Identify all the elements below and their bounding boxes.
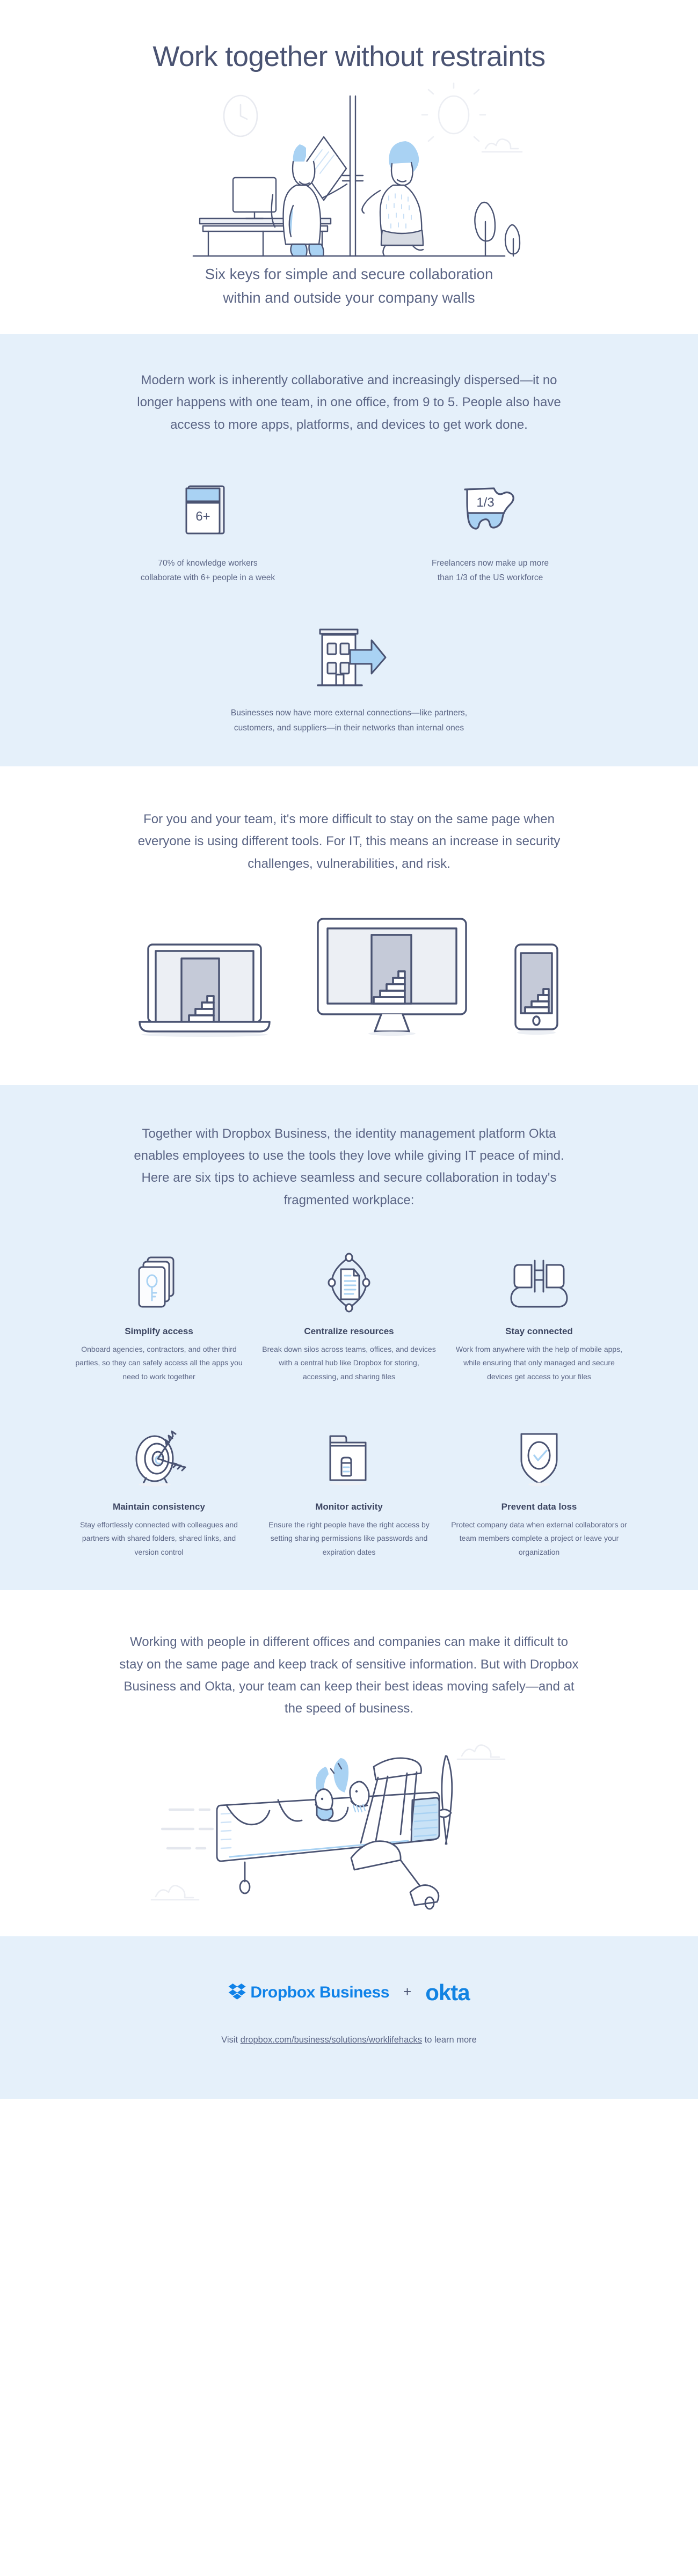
plant-decor-icon: [474, 201, 521, 257]
tip-maintain-consistency: Maintain consistency Stay effortlessly c…: [70, 1429, 248, 1559]
key-cards-stack-icon: [129, 1253, 188, 1311]
tip-heading: Prevent data loss: [501, 1502, 577, 1512]
tip-body: Stay effortlessly connected with colleag…: [80, 1520, 238, 1556]
stat-caption-line-2: collaborate with 6+ people in a week: [140, 573, 275, 583]
tip-heading: Simplify access: [125, 1326, 193, 1336]
stat-caption-line-2: customers, and suppliers—in their networ…: [234, 723, 464, 733]
dropbox-business-logo: Dropbox Business: [228, 1983, 389, 2002]
tip-heading: Centralize resources: [304, 1326, 394, 1336]
dropbox-glyph-icon: [228, 1984, 246, 2000]
stacked-cards-6-plus-icon: 6+: [176, 478, 240, 542]
modern-work-paragraph: Modern work is inherently collaborative …: [137, 373, 561, 432]
different-tools-section: For you and your team, it's more difficu…: [0, 766, 698, 1085]
stat-caption-line-2: than 1/3 of the US workforce: [437, 573, 543, 583]
modern-work-section: Modern work is inherently collaborative …: [0, 334, 698, 767]
six-tips-section: Together with Dropbox Business, the iden…: [0, 1085, 698, 1591]
tip-heading: Monitor activity: [315, 1502, 383, 1512]
cloud-decor-icon: [481, 138, 523, 153]
target-with-arrow-icon: [127, 1429, 191, 1487]
hero-subtitle-line-2: within and outside your company walls: [223, 289, 475, 306]
footer-note-prefix: Visit: [221, 2035, 241, 2045]
tip-centralize-resources: Centralize resources Break down silos ac…: [260, 1253, 438, 1384]
stat-external-connections: Businesses now have more external connec…: [0, 622, 698, 735]
infographic-page: Work together without restraints Six key…: [0, 0, 698, 2576]
footer-note: Visit dropbox.com/business/solutions/wor…: [0, 2033, 698, 2047]
hero-illustration: [0, 82, 698, 262]
biplane-illustration: [0, 1738, 698, 1915]
svg-text:6+: 6+: [195, 509, 210, 524]
laptop-device-icon: [132, 937, 277, 1039]
shield-with-checkmark-icon: [510, 1429, 569, 1487]
hero-section: Work together without restraints Six key…: [0, 0, 698, 334]
tip-stay-connected: Stay connected Work from anywhere with t…: [450, 1253, 628, 1384]
closing-section: Working with people in different offices…: [0, 1590, 698, 1937]
tip-monitor-activity: Monitor activity Ensure the right people…: [260, 1429, 438, 1559]
svg-text:1/3: 1/3: [476, 495, 494, 510]
tip-heading: Maintain consistency: [113, 1502, 205, 1512]
tip-body: Break down silos across teams, offices, …: [262, 1344, 436, 1381]
tip-heading: Stay connected: [505, 1326, 573, 1336]
document-in-orbit-icon: [319, 1253, 379, 1313]
stat-knowledge-workers: 6+ 70% of knowledge workers collaborate …: [117, 478, 299, 586]
dropbox-business-wordmark: Dropbox Business: [250, 1984, 390, 2002]
tip-body: Work from anywhere with the help of mobi…: [455, 1344, 623, 1381]
desktop-monitor-device-icon: [311, 916, 472, 1039]
tip-prevent-data-loss: Prevent data loss Protect company data w…: [450, 1429, 628, 1559]
tip-body: Onboard agencies, contractors, and other…: [75, 1344, 243, 1381]
stat-freelancers: 1/3 Freelancers now make up more than 1/…: [399, 478, 581, 586]
plug-and-socket-icon: [507, 1253, 571, 1311]
okta-wordmark: okta: [425, 1980, 470, 2006]
hero-subtitle-line-1: Six keys for simple and secure collabora…: [205, 265, 493, 282]
clock-decor-icon: [223, 94, 258, 137]
footer-section: Dropbox Business + okta Visit dropbox.co…: [0, 1936, 698, 2099]
office-building-outbound-arrow-icon: [306, 622, 392, 692]
stat-caption-line-1: Businesses now have more external connec…: [230, 708, 468, 718]
stat-caption-line-1: Freelancers now make up more: [432, 558, 549, 568]
closing-paragraph: Working with people in different offices…: [119, 1635, 579, 1716]
footer-note-suffix: to learn more: [422, 2035, 477, 2045]
devices-illustration: [0, 916, 698, 1039]
partner-logos: Dropbox Business + okta: [0, 1981, 698, 2004]
different-tools-paragraph: For you and your team, it's more difficu…: [137, 812, 561, 871]
tip-body: Ensure the right people have the right a…: [268, 1520, 430, 1556]
folder-with-lock-icon: [319, 1429, 379, 1487]
page-title: Work together without restraints: [152, 41, 546, 72]
smartphone-device-icon: [507, 937, 566, 1039]
sun-decor-icon: [421, 82, 486, 142]
tip-body: Protect company data when external colla…: [451, 1520, 627, 1556]
tip-simplify-access: Simplify access Onboard agencies, contra…: [70, 1253, 248, 1384]
worklifehacks-link[interactable]: dropbox.com/business/solutions/worklifeh…: [241, 2035, 422, 2045]
plus-separator: +: [403, 1984, 412, 2000]
us-map-one-third-icon: 1/3: [455, 478, 525, 542]
stat-caption-line-1: 70% of knowledge workers: [158, 558, 258, 568]
six-tips-paragraph: Together with Dropbox Business, the iden…: [134, 1126, 564, 1208]
